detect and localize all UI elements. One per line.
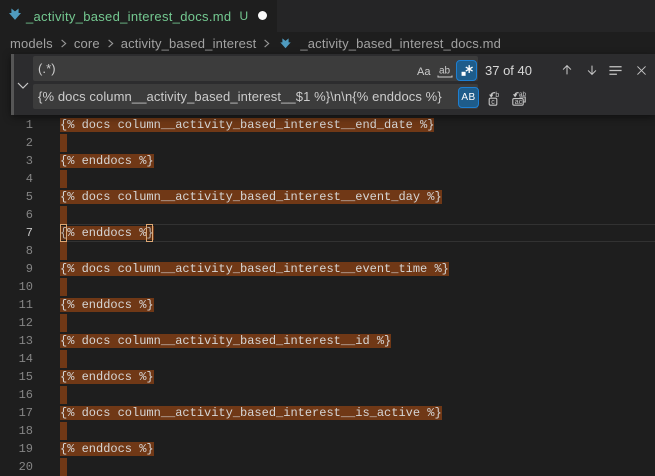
svg-text:ab: ab [439, 65, 451, 76]
svg-text:c: c [491, 99, 495, 106]
svg-text:ac: ac [515, 99, 523, 106]
svg-text:Aa: Aa [417, 66, 431, 78]
